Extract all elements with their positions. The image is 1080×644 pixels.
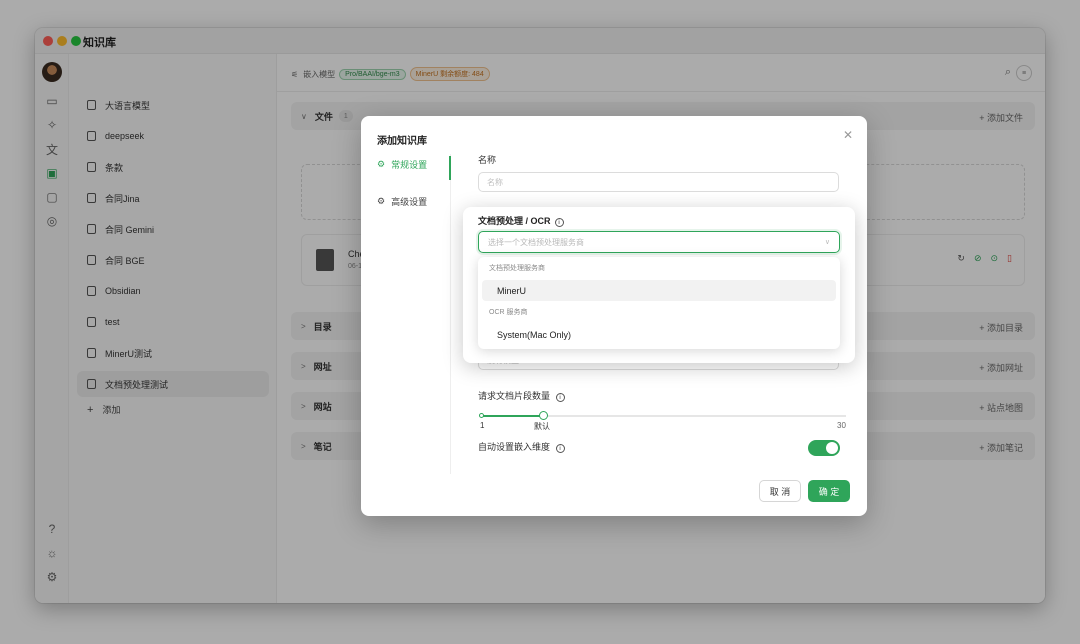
info-icon: i (555, 444, 565, 453)
tab-label: 高级设置 (391, 196, 428, 207)
dropdown-option[interactable]: MinerU (482, 280, 836, 301)
gear-icon: ⚙ (377, 195, 386, 206)
active-tab-indicator (449, 156, 451, 180)
dialog-title: 添加知识库 (377, 136, 427, 147)
name-placeholder: 名称 (487, 177, 503, 187)
tab-general-settings[interactable]: ⚙ 常规设置 (377, 154, 451, 174)
name-label: 名称 (478, 155, 497, 165)
ocr-field-panel: 文档预处理 / OCR i 选择一个文档预处理服务商 ∨ 文档预处理服务商 Min… (463, 207, 855, 363)
info-icon: i (555, 393, 565, 402)
gear-icon: ⚙ (377, 158, 386, 169)
ocr-label: 文档预处理 / OCR i (478, 214, 564, 227)
slider-min-mark (479, 413, 484, 418)
auto-dimension-label: 自动设置嵌入维度 i (478, 440, 565, 453)
name-input[interactable]: 名称 (478, 172, 839, 192)
ocr-provider-select[interactable]: 选择一个文档预处理服务商 ∨ (478, 231, 840, 253)
toggle-knob (826, 442, 838, 454)
chunk-count-label: 请求文档片段数量 i (478, 389, 565, 402)
tab-advanced-settings[interactable]: ⚙ 高级设置 (377, 191, 451, 211)
auto-dimension-toggle[interactable] (808, 440, 840, 456)
slider-default-label: 默认 (534, 422, 550, 431)
slider-min-label: 1 (480, 421, 485, 430)
dropdown-group-title: OCR 服务商 (489, 309, 528, 316)
close-icon[interactable]: ✕ (843, 128, 853, 142)
info-icon: i (554, 218, 564, 227)
confirm-button[interactable]: 确 定 (808, 480, 850, 502)
nav-divider (450, 154, 451, 474)
ocr-dropdown: 文档预处理服务商 MinerU OCR 服务商 System(Mac Only) (478, 257, 840, 349)
slider-handle[interactable] (538, 411, 548, 420)
slider-fill (481, 415, 544, 417)
cancel-button[interactable]: 取 消 (759, 480, 801, 502)
slider-max-label: 30 (837, 421, 846, 430)
chunk-count-slider[interactable] (479, 411, 846, 420)
tab-label: 常规设置 (391, 159, 428, 170)
dropdown-option[interactable]: System(Mac Only) (482, 324, 836, 345)
chevron-down-icon: ∨ (824, 239, 830, 246)
ocr-placeholder: 选择一个文档预处理服务商 (488, 237, 584, 247)
dropdown-group-title: 文档预处理服务商 (489, 265, 545, 272)
